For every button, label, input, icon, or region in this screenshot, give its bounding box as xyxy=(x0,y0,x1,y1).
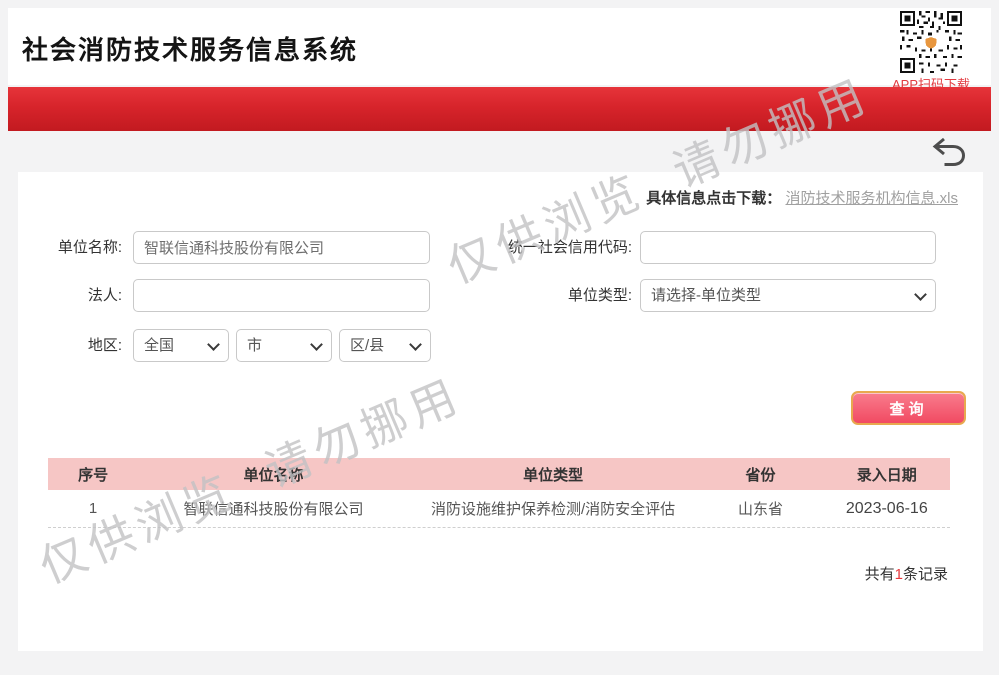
region-label: 地区: xyxy=(18,329,122,362)
unit-type-label: 单位类型: xyxy=(482,279,632,312)
record-count-prefix: 共有 xyxy=(865,566,895,583)
cell-unit-type: 消防设施维护保养检测/消防安全评估 xyxy=(409,498,698,519)
province-select-wrap: 全国 xyxy=(133,329,229,362)
credit-code-label: 统一社会信用代码: xyxy=(482,231,632,264)
unit-type-select-wrap: 请选择-单位类型 xyxy=(640,279,936,312)
unit-name-input[interactable] xyxy=(133,231,430,264)
cell-unit-name: 智联信通科技股份有限公司 xyxy=(138,498,409,519)
table-header-row: 序号 单位名称 单位类型 省份 录入日期 xyxy=(48,458,950,490)
column-header-unit-name: 单位名称 xyxy=(138,464,409,485)
record-count-number: 1 xyxy=(895,566,903,583)
qr-code-image xyxy=(900,11,962,73)
record-count-suffix: 条记录 xyxy=(903,566,948,583)
column-header-seq: 序号 xyxy=(48,464,138,485)
app-qr-code xyxy=(900,11,962,73)
search-button[interactable]: 查询 xyxy=(851,391,966,425)
unit-type-select[interactable]: 请选择-单位类型 xyxy=(640,279,936,312)
results-table: 序号 单位名称 单位类型 省份 录入日期 1 智联信通科技股份有限公司 消防设施… xyxy=(48,458,950,528)
undo-arrow-icon xyxy=(930,135,968,170)
main-panel: 具体信息点击下载： 消防技术服务机构信息.xls 单位名称: 统一社会信用代码:… xyxy=(18,172,983,651)
cell-seq: 1 xyxy=(48,500,138,517)
column-header-date: 录入日期 xyxy=(824,464,950,485)
record-count: 共有1条记录 xyxy=(865,563,948,584)
city-select[interactable]: 市 xyxy=(236,329,332,362)
legal-person-label: 法人: xyxy=(18,279,122,312)
back-button[interactable] xyxy=(930,135,968,170)
download-label: 具体信息点击下载： xyxy=(646,190,781,207)
unit-name-label: 单位名称: xyxy=(18,231,122,264)
table-row: 1 智联信通科技股份有限公司 消防设施维护保养检测/消防安全评估 山东省 202… xyxy=(48,490,950,528)
district-select-wrap: 区/县 xyxy=(339,329,431,362)
download-xls-link[interactable]: 消防技术服务机构信息.xls xyxy=(785,190,958,207)
download-line: 具体信息点击下载： 消防技术服务机构信息.xls xyxy=(646,187,958,208)
column-header-province: 省份 xyxy=(697,464,823,485)
legal-person-input[interactable] xyxy=(133,279,430,312)
city-select-wrap: 市 xyxy=(236,329,332,362)
province-select[interactable]: 全国 xyxy=(133,329,229,362)
red-banner xyxy=(8,87,991,131)
page-title: 社会消防技术服务信息系统 xyxy=(22,30,358,67)
column-header-unit-type: 单位类型 xyxy=(409,464,698,485)
credit-code-input[interactable] xyxy=(640,231,936,264)
district-select[interactable]: 区/县 xyxy=(339,329,431,362)
cell-province: 山东省 xyxy=(697,498,823,519)
header: 社会消防技术服务信息系统 xyxy=(8,8,991,85)
cell-date: 2023-06-16 xyxy=(824,500,950,518)
page: 社会消防技术服务信息系统 xyxy=(0,0,999,675)
